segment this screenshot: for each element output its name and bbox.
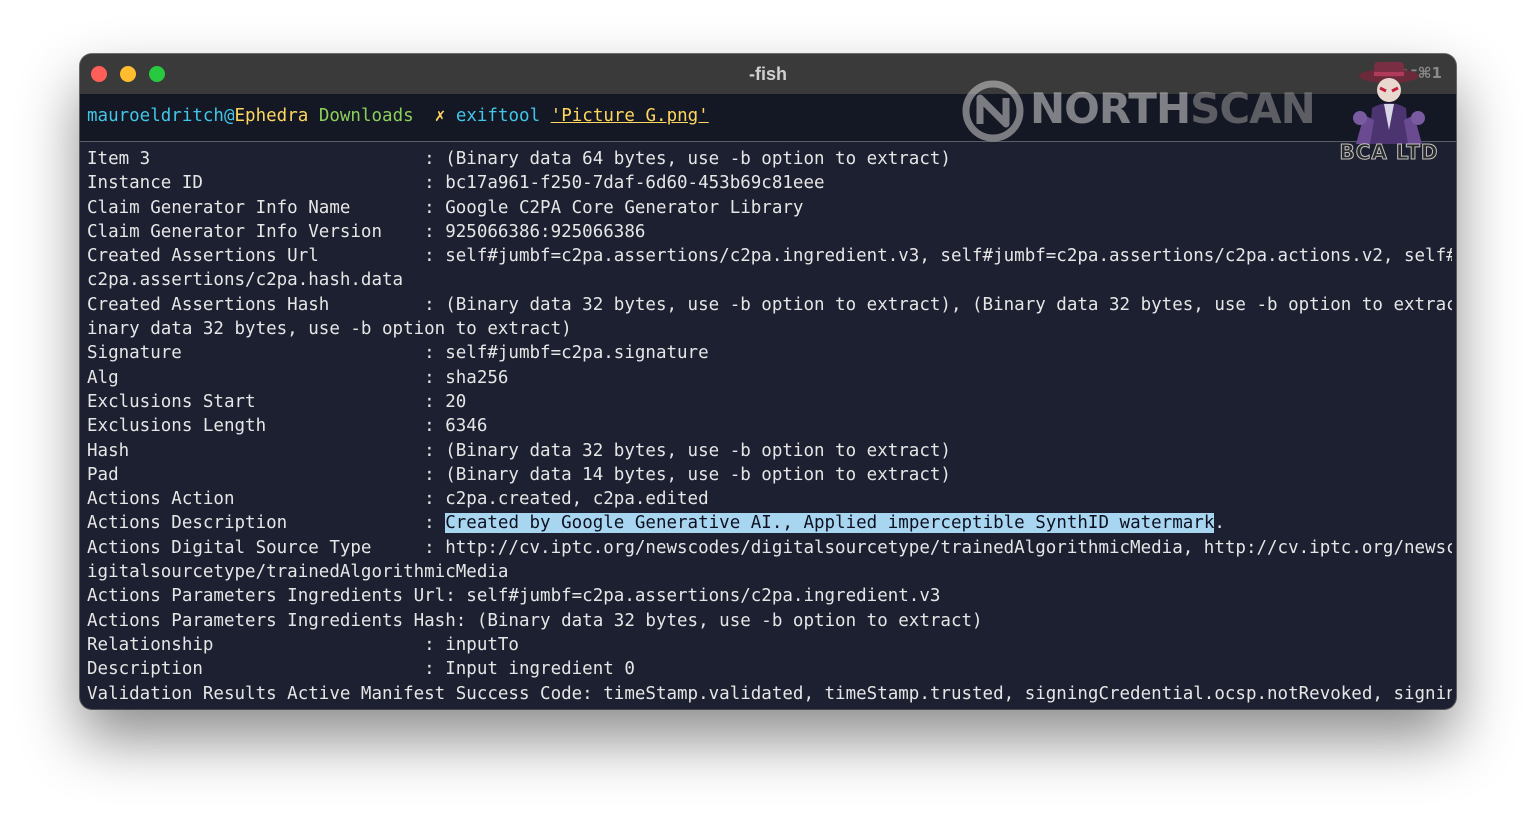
prompt-command: exiftool [455,106,541,126]
northscan-wordmark: NORTHSCAN [1030,84,1316,133]
northscan-logo: NORTHSCAN [960,80,1316,144]
terminal-output[interactable]: Item 3 : (Binary data 64 bytes, use -b o… [87,147,1452,706]
output-line: Description : Input ingredient 0 [87,659,635,680]
output-line: Actions Action : c2pa.created, c2pa.edit… [87,489,709,510]
prompt-at: @ [223,106,235,126]
brand-north: NORTH [1030,84,1191,133]
output-line: Exclusions Length : 6346 [87,416,488,437]
shell-prompt: mauroeldritch@Ephedra Downloads ✗ exifto… [87,106,709,126]
prompt-user: mauroeldritch [87,106,224,126]
output-line: Instance ID : bc17a961-f250-7daf-6d60-45… [87,173,825,194]
output-line: Pad : (Binary data 14 bytes, use -b opti… [87,464,951,485]
output-line: inary data 32 bytes, use -b option to ex… [87,319,572,340]
output-line: Claim Generator Info Name : Google C2PA … [87,197,804,218]
output-line: Relationship : inputTo [87,634,519,655]
selected-text[interactable]: Created by Google Generative AI., Applie… [445,513,1215,534]
output-line-highlighted: Actions Description : Created by Google … [87,511,1452,535]
terminal-window: -fish ⌥⌘1 mauroeldritch@Ephedra Download… [80,54,1456,709]
hacker-mascot-icon [1353,62,1425,144]
northscan-emblem-icon [962,80,1024,142]
status-x-icon: ✗ [434,106,446,126]
output-line: Actions Parameters Ingredients Url: self… [87,586,941,607]
brand-scan: SCAN [1190,84,1316,133]
line-prefix: Actions Description : [87,513,446,534]
output-line: c2pa.assertions/c2pa.hash.data [87,270,404,291]
prompt-argument[interactable]: 'Picture G.png' [551,106,709,126]
output-line: Claim Generator Info Version : 925066386… [87,221,646,242]
output-line: Item 3 : (Binary data 64 bytes, use -b o… [87,149,951,169]
prompt-directory: Downloads [318,106,414,126]
output-line: Created Assertions Url : self#jumbf=c2pa… [87,246,1452,267]
output-line: Signature : self#jumbf=c2pa.signature [87,343,709,364]
output-line: Actions Digital Source Type : http://cv.… [87,537,1452,558]
output-line: igitalsourcetype/trainedAlgorithmicMedia [87,562,509,583]
output-line: Created Assertions Hash : (Binary data 3… [87,294,1452,315]
output-line: Exclusions Start : 20 [87,391,467,412]
line-suffix: . [1214,513,1225,534]
prompt-host: Ephedra [234,106,309,126]
output-line: Validation Results Active Manifest Succe… [87,683,1452,704]
output-line: Alg : sha256 [87,367,509,388]
output-line: Hash : (Binary data 32 bytes, use -b opt… [87,440,951,461]
output-line: Actions Parameters Ingredients Hash: (Bi… [87,610,983,631]
